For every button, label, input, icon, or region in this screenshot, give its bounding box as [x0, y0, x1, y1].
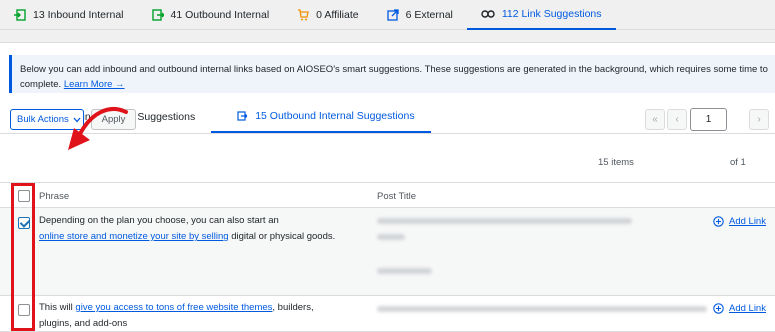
- annotation-highlight-box: [11, 183, 35, 331]
- tab-label: 41 Outbound Internal: [170, 8, 270, 21]
- plus-circle-icon: [713, 216, 724, 227]
- learn-more-link[interactable]: Learn More →: [64, 79, 125, 90]
- blurred-post-title: [377, 306, 707, 312]
- tab-outbound-suggestions[interactable]: 15 Outbound Internal Suggestions: [211, 101, 431, 133]
- phrase-before: This will: [39, 302, 76, 313]
- notice-text: Below you can add inbound and outbound i…: [20, 64, 768, 75]
- info-notice: Below you can add inbound and outbound i…: [9, 55, 775, 93]
- current-page-input[interactable]: 1: [690, 108, 727, 131]
- add-link-label: Add Link: [729, 216, 766, 227]
- inbound-arrow-icon: [14, 8, 26, 21]
- link-icon: [481, 9, 495, 18]
- notice-text-2: complete.: [20, 79, 62, 90]
- tab-label: 0 Affiliate: [316, 8, 359, 21]
- external-link-icon: [386, 8, 399, 21]
- add-link-button[interactable]: Add Link: [713, 303, 766, 314]
- phrase-line2: plugins, and add-ons: [39, 318, 128, 329]
- tab-affiliate[interactable]: 0 Affiliate: [283, 0, 372, 30]
- phrase-after: , builders,: [272, 302, 314, 313]
- plus-circle-icon: [713, 303, 724, 314]
- column-post-title: Post Title: [377, 191, 417, 202]
- tab-label: 112 Link Suggestions: [501, 7, 602, 20]
- tab-inbound-internal[interactable]: 13 Inbound Internal: [0, 0, 138, 30]
- first-page-button[interactable]: «: [645, 109, 665, 130]
- table-header: Phrase Post Title: [0, 182, 775, 208]
- phrase-text: This will give you access to tons of fre…: [39, 300, 359, 332]
- phrase-text: Depending on the plan you choose, you ca…: [39, 213, 359, 245]
- outbound-arrow-icon: [151, 8, 164, 21]
- annotation-arrow-icon: [68, 107, 128, 150]
- add-link-button[interactable]: Add Link: [713, 216, 766, 227]
- blurred-post-title: [377, 234, 405, 240]
- tab-outbound-internal[interactable]: 41 Outbound Internal: [138, 0, 284, 30]
- tab-label: 6 External: [405, 8, 453, 21]
- phrase-before: Depending on the plan you choose, you ca…: [39, 215, 279, 226]
- tab-label: 13 Inbound Internal: [33, 8, 124, 21]
- table-row: Depending on the plan you choose, you ca…: [0, 208, 775, 296]
- link-type-tabs: 13 Inbound Internal 41 Outbound Internal…: [0, 0, 775, 30]
- outbound-icon: [237, 111, 248, 121]
- tab-link-suggestions[interactable]: 112 Link Suggestions: [466, 0, 616, 30]
- phrase-after: digital or physical goods.: [228, 231, 336, 242]
- cart-icon: [298, 8, 309, 20]
- blurred-post-meta: [377, 268, 432, 274]
- add-link-label: Add Link: [729, 303, 766, 314]
- column-phrase: Phrase: [39, 191, 70, 202]
- subtab-label: 15 Outbound Internal Suggestions: [255, 110, 415, 122]
- items-count: 15 items: [598, 157, 634, 168]
- phrase-link[interactable]: give you access to tons of free website …: [75, 302, 272, 313]
- prev-page-button[interactable]: ‹: [667, 109, 687, 130]
- table-row: This will give you access to tons of fre…: [0, 296, 775, 332]
- tab-external[interactable]: 6 External: [373, 0, 467, 30]
- next-page-button[interactable]: ›: [749, 109, 769, 130]
- blurred-post-title: [377, 218, 632, 224]
- total-pages: of 1: [730, 157, 746, 168]
- phrase-link[interactable]: online store and monetize your site by s…: [39, 231, 229, 242]
